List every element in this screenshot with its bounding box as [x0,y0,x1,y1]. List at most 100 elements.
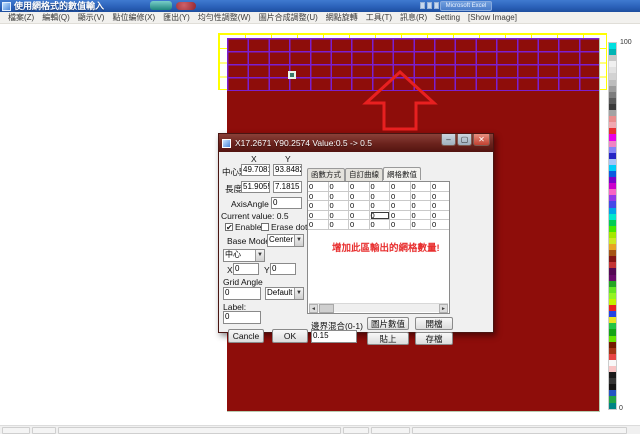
dialog-body: X Y 中心點 49.7081 93.8482 長度 51.9055 7.181… [219,152,493,334]
taskbar-button-excel[interactable]: Microsoft Excel [440,1,492,11]
grid-cell-4-4[interactable]: 0 [390,220,411,230]
status-panel [371,427,410,434]
length-x-input[interactable]: 51.9055 [241,181,270,193]
center-x-input[interactable]: 49.7081 [241,164,270,176]
grid-cell-4-1[interactable]: 0 [329,220,350,230]
color-scale-strip[interactable] [608,42,617,410]
x-offset-input[interactable]: 0 [233,263,259,275]
axis-angle-input[interactable]: 0 [271,197,302,209]
axis-angle-label: AxisAngle [231,199,269,209]
grid-cell-2-3[interactable]: 0 [370,201,391,211]
ok-button[interactable]: OK [272,329,308,343]
grid-cell-0-5[interactable]: 0 [411,182,432,192]
y-offset-input[interactable]: 0 [270,263,296,275]
table-row: 00000000 [308,201,450,211]
scrollbar-thumb[interactable] [319,304,334,313]
menu-item-1[interactable]: 編輯(Q) [38,12,74,24]
anchor-combo[interactable]: 中心▼ [223,249,265,262]
selected-grid-point-marker[interactable] [288,71,296,79]
grid-cell-1-2[interactable]: 0 [349,192,370,202]
grid-cell-0-0[interactable]: 0 [308,182,329,192]
grid-cell-3-0[interactable]: 0 [308,211,329,221]
grid-cell-2-0[interactable]: 0 [308,201,329,211]
grid-cell-1-6[interactable]: 0 [431,192,450,202]
grid-cell-0-6[interactable]: 0 [431,182,450,192]
grid-cell-4-5[interactable]: 0 [411,220,432,230]
cancel-button[interactable]: Cancle [228,329,264,343]
grid-cell-1-5[interactable]: 0 [411,192,432,202]
erase-dots-checkbox[interactable]: Erase dots [261,222,312,232]
grid-cell-2-6[interactable]: 0 [431,201,450,211]
base-mode-label: Base Mode [227,236,270,246]
boundary-blend-input[interactable]: 0.15 [311,330,357,343]
save-file-button[interactable]: 存檔 [415,332,453,345]
grid-cell-1-3[interactable]: 0 [370,192,391,202]
menu-item-2[interactable]: 顯示(V) [74,12,109,24]
menu-item-5[interactable]: 均勻性調整(W) [194,12,255,24]
titlebar-mini-icons [420,2,439,9]
grid-cell-4-3[interactable]: 0 [370,220,391,230]
grid-cell-3-5[interactable]: 0 [411,211,432,221]
palette-band-59[interactable] [609,403,616,409]
grid-cell-2-2[interactable]: 0 [349,201,370,211]
minimize-button[interactable]: – [441,134,456,146]
grid-cell-4-6[interactable]: 0 [431,220,450,230]
grid-angle-mode-combo[interactable]: Default▼ [265,287,304,300]
image-values-button[interactable]: 圖片數值 [367,317,409,330]
status-bar [0,425,640,434]
window-titlebar: 使用網格式的數值輸入 Microsoft Excel [0,0,640,12]
center-y-input[interactable]: 93.8482 [273,164,302,176]
length-y-input[interactable]: 7.1815 [273,181,302,193]
menu-item-11[interactable]: [Show Image] [464,12,521,24]
horizontal-scrollbar[interactable]: ◄ ► [309,303,448,312]
grid-angle-input[interactable]: 0 [223,287,261,300]
value-grid-table[interactable]: 0000000000000000000000000000000000000000 [308,182,450,230]
grid-cell-0-4[interactable]: 0 [390,182,411,192]
base-mode-combo[interactable]: Center▼ [267,234,304,247]
grid-cell-4-0[interactable]: 0 [308,220,329,230]
menu-item-7[interactable]: 網點旋轉 [322,12,362,24]
dialog-titlebar[interactable]: X17.2671 Y90.2574 Value:0.5 -> 0.5 – ▢ ✕ [219,134,493,152]
window-title: 使用網格式的數值輸入 [14,0,104,12]
grid-cell-2-5[interactable]: 0 [411,201,432,211]
menu-item-6[interactable]: 圖片合成調整(U) [255,12,322,24]
grid-cell-1-0[interactable]: 0 [308,192,329,202]
label-input[interactable]: 0 [223,311,261,324]
grid-cell-3-1[interactable]: 0 [329,211,350,221]
x-column-header: X [251,154,257,164]
chevron-down-icon[interactable]: ▼ [255,250,264,261]
menu-item-8[interactable]: 工具(T) [362,12,396,24]
menu-item-10[interactable]: Setting [431,12,464,24]
grid-cell-3-2[interactable]: 0 [349,211,370,221]
chevron-down-icon[interactable]: ▼ [294,288,303,299]
grid-cell-0-3[interactable]: 0 [370,182,391,192]
menu-item-9[interactable]: 訊息(R) [396,12,431,24]
grid-cell-1-4[interactable]: 0 [390,192,411,202]
menu-item-4[interactable]: 匯出(Y) [159,12,194,24]
grid-cell-3-6[interactable]: 0 [431,211,450,221]
dialog-tabs: 函數方式自訂曲線網格數值 [307,168,421,181]
grid-cell-4-2[interactable]: 0 [349,220,370,230]
tab-0[interactable]: 函數方式 [307,168,345,181]
maximize-button[interactable]: ▢ [457,134,472,146]
enabled-checkbox-box[interactable]: ✔ [225,223,233,231]
status-panel [2,427,30,434]
open-file-button[interactable]: 開檔 [415,317,453,330]
chevron-down-icon[interactable]: ▼ [294,235,303,246]
grid-cell-0-1[interactable]: 0 [329,182,350,192]
close-button[interactable]: ✕ [473,134,490,146]
scroll-right-icon[interactable]: ► [439,304,448,313]
menu-item-0[interactable]: 檔案(Z) [4,12,38,24]
grid-cell-1-1[interactable]: 0 [329,192,350,202]
erase-dots-checkbox-box[interactable] [261,223,269,231]
tab-2[interactable]: 網格數值 [383,167,421,180]
grid-cell-2-4[interactable]: 0 [390,201,411,211]
scroll-left-icon[interactable]: ◄ [309,304,318,313]
grid-cell-2-1[interactable]: 0 [329,201,350,211]
grid-cell-3-4[interactable]: 0 [390,211,411,221]
paste-button[interactable]: 貼上 [367,332,409,345]
grid-cell-3-3[interactable]: 0 [370,211,391,221]
tab-1[interactable]: 自訂曲線 [345,168,383,181]
menu-item-3[interactable]: 點位編修(X) [108,12,159,24]
grid-cell-0-2[interactable]: 0 [349,182,370,192]
